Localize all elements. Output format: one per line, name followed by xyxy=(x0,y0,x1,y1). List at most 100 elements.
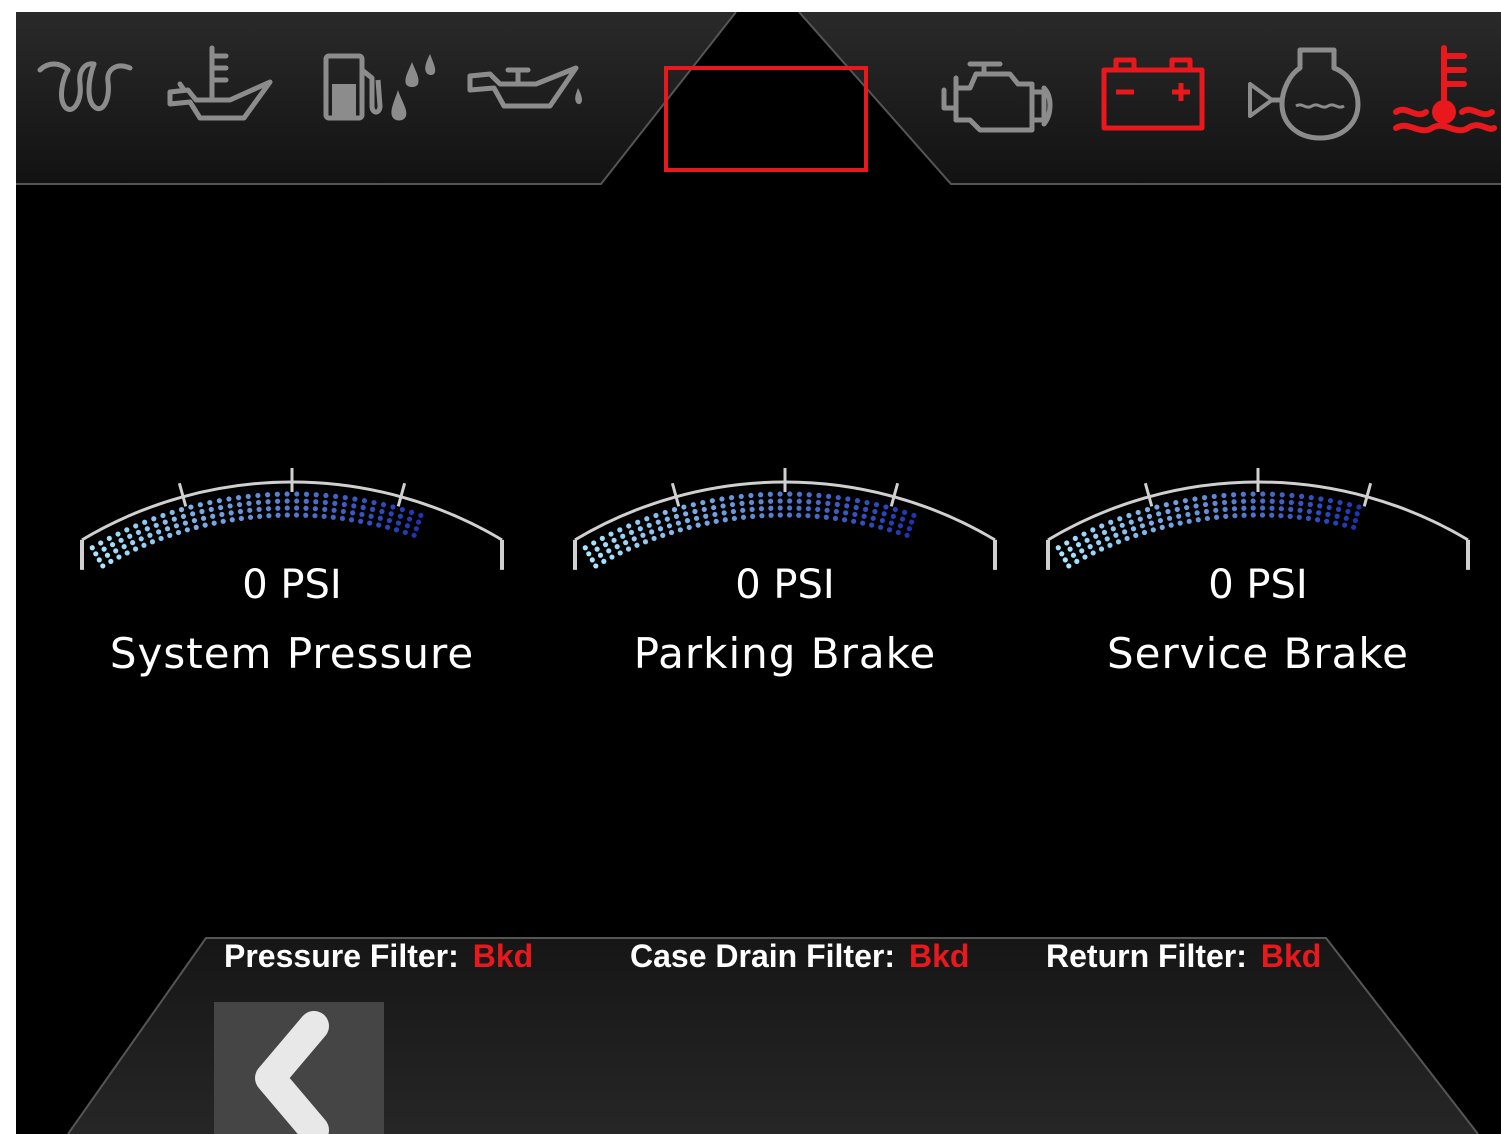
gauge-fill-dot xyxy=(274,491,280,497)
gauge-fill-dot xyxy=(1157,517,1164,524)
gauge-fill-dot xyxy=(395,520,402,526)
gauge-fill-dot xyxy=(739,500,745,506)
gauge-fill-dot xyxy=(1307,501,1313,508)
gauge-fill-dot xyxy=(358,518,364,524)
gauge-fill-dot xyxy=(873,502,880,508)
gauge-fill-dot xyxy=(115,531,121,537)
gauge-fill-dot xyxy=(815,506,821,512)
gauge-fill-dot xyxy=(1204,515,1210,522)
gauge-fill-dot xyxy=(823,514,829,520)
gauge-fill-dot xyxy=(1201,495,1208,501)
gauge-fill-dot xyxy=(721,510,727,516)
gauge-fill-dot xyxy=(1184,504,1190,511)
gauge-fill-dot xyxy=(1148,520,1154,526)
gauge-fill-dot xyxy=(156,529,162,535)
gauge-fill-dot xyxy=(1337,499,1343,506)
gauge-fill-dot xyxy=(758,506,765,512)
gauge-fill-dot xyxy=(1352,517,1358,524)
gauge-fill-dot xyxy=(1343,515,1349,521)
gauge-fill-dot xyxy=(695,522,701,528)
gauge-fill-dot xyxy=(178,507,185,513)
gauge-fill-dot xyxy=(386,517,392,524)
back-button[interactable] xyxy=(214,1002,384,1134)
gauge-fill-dot xyxy=(418,512,424,519)
gauge-fill-dot xyxy=(862,506,869,512)
check-engine-icon xyxy=(940,40,1060,150)
gauge-fill-dot xyxy=(814,513,820,519)
gauge-fill-dot xyxy=(380,502,387,508)
gauge-fill-dot xyxy=(646,522,652,528)
gauge-fill-dot xyxy=(1104,536,1110,542)
gauge-fill-dot xyxy=(369,506,376,512)
gauge-fill-dot xyxy=(614,544,620,550)
gauge-fill-dot xyxy=(609,554,615,560)
gauge-fill-dot xyxy=(895,529,901,536)
gauge-fill-dot xyxy=(284,505,290,511)
gauge-fill-dot xyxy=(899,516,906,522)
gauge-fill-dot xyxy=(1241,512,1247,518)
gauge-value: 0 PSI xyxy=(735,562,835,608)
gauge-fill-dot xyxy=(312,513,318,519)
return-filter-status: Return Filter: Bkd xyxy=(1046,938,1321,975)
gauge-fill-dot xyxy=(1070,552,1077,558)
gauge-fill-dot xyxy=(653,512,659,519)
gauge-fill-dot xyxy=(657,526,664,532)
gauge-fill-dot xyxy=(1250,505,1256,511)
gauge-fill-dot xyxy=(151,516,157,522)
gauge-fill-dot xyxy=(193,524,199,530)
gauge-fill-dot xyxy=(406,516,413,522)
gauge-fill-dot xyxy=(1279,499,1285,505)
gauge-fill-dot xyxy=(101,546,107,552)
gauge-fill-dot xyxy=(1081,531,1087,537)
gauge-fill-dot xyxy=(1108,519,1114,525)
gauge-fill-dot xyxy=(892,506,898,513)
gauge-fill-dot xyxy=(332,500,338,506)
gauge-fill-dot xyxy=(623,540,629,546)
gauge-fill-dot xyxy=(879,517,885,524)
gauge-fill-dot xyxy=(1101,529,1108,536)
gauge-fill-dot xyxy=(1335,506,1342,512)
gauge-fill-dot xyxy=(1260,491,1266,497)
gauge-fill-dot xyxy=(1250,512,1256,518)
coolant-temperature-icon xyxy=(1393,40,1499,150)
gauge-fill-dot xyxy=(1308,494,1314,501)
gauge-fill-dot xyxy=(331,507,337,513)
gauge-fill-dot xyxy=(591,540,597,546)
gauge-fill-dot xyxy=(1213,514,1220,520)
gauge-fill-dot xyxy=(149,539,156,545)
gauge-fill-dot xyxy=(226,496,232,502)
gauge-fill-dot xyxy=(634,542,640,548)
gauge-fill-dot xyxy=(611,537,617,543)
gauge-fill-dot xyxy=(738,493,744,500)
gauge-fill-dot xyxy=(796,512,802,518)
gauge-fill-dot xyxy=(1146,513,1153,519)
gauge-fill-dot xyxy=(1093,533,1099,539)
gauge-fill-dot xyxy=(1211,493,1217,500)
gauge-fill-dot xyxy=(664,516,670,522)
gauge-fill-dot xyxy=(138,536,144,542)
oil-temperature-icon xyxy=(166,40,276,150)
parking-brake-gauge: 0 PSI Parking Brake xyxy=(565,462,1005,712)
gauge-fill-dot xyxy=(397,513,403,519)
gauge-fill-dot xyxy=(1232,513,1238,519)
gauge-fill-dot xyxy=(321,513,327,519)
gauge-fill-dot xyxy=(602,542,609,548)
gauge-fill-dot xyxy=(597,552,604,558)
gauge-fill-dot xyxy=(188,504,194,510)
gauge-fill-dot xyxy=(834,501,840,508)
gauge-fill-dot xyxy=(1202,501,1209,508)
gauge-fill-dot xyxy=(1154,504,1160,510)
gauge-fill-dot xyxy=(872,508,878,515)
gauge-fill-dot xyxy=(796,498,802,504)
gauge-fill-dot xyxy=(210,513,216,519)
gauge-fill-dot xyxy=(1194,510,1200,516)
gauge-fill-dot xyxy=(1314,517,1321,523)
gauge-fill-dot xyxy=(322,499,328,506)
gauge-fill-dot xyxy=(731,515,737,522)
gauge-fill-dot xyxy=(1240,498,1247,504)
gauge-fill-dot xyxy=(202,522,208,528)
gauge-fill-dot xyxy=(911,512,917,519)
gauge-fill-dot xyxy=(265,492,271,498)
gauge-fill-dot xyxy=(379,508,385,515)
gauge-fill-dot xyxy=(728,495,735,501)
